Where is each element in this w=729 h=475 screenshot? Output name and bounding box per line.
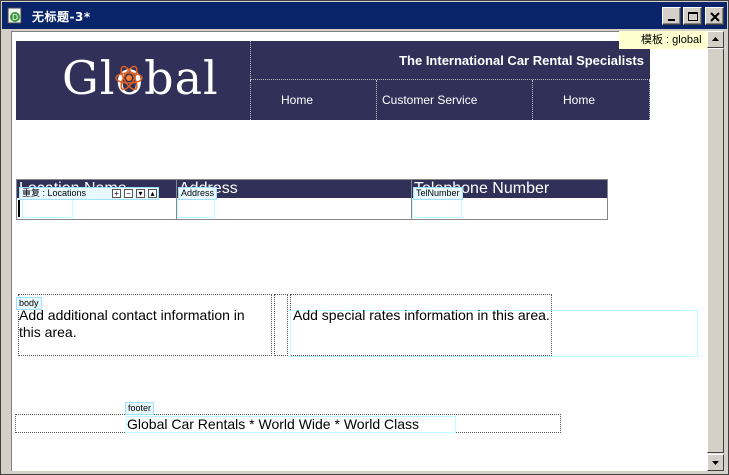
locations-table: Location Name Address Telephone Number 重… [16, 179, 608, 220]
editor-window: D 无标题-3* Global The International Car Re… [0, 0, 729, 475]
arrow-up-icon [712, 37, 719, 41]
nav-home[interactable]: Home [250, 80, 376, 120]
minimize-icon [668, 19, 675, 21]
scroll-down-button[interactable] [707, 454, 724, 471]
repeat-region-tag[interactable]: 重复 : Locations + − ▾ ▴ [19, 187, 159, 200]
close-icon [710, 12, 720, 22]
app-icon: D [7, 7, 23, 24]
page-header: Global The International Car Rental Spec… [16, 41, 650, 120]
remove-row-icon[interactable]: − [124, 189, 133, 198]
title-bar[interactable]: D 无标题-3* [2, 2, 727, 29]
footer-text: Global Car Rentals * World Wide * World … [126, 416, 456, 433]
logo: Global [16, 41, 250, 120]
maximize-button[interactable] [683, 7, 702, 25]
address-cell[interactable] [177, 199, 215, 218]
minimize-button[interactable] [662, 7, 681, 25]
contact-info-text: Add additional contact information in th… [19, 307, 245, 340]
scroll-thumb[interactable] [707, 48, 724, 453]
arrow-down-icon [712, 461, 719, 465]
add-row-icon[interactable]: + [112, 189, 121, 198]
nav-home-2[interactable]: Home [532, 80, 650, 120]
telnumber-region-tag[interactable]: TelNumber [413, 187, 463, 200]
move-down-icon[interactable]: ▾ [136, 189, 145, 198]
telephone-cell[interactable] [412, 199, 462, 218]
body-gutter [274, 294, 288, 356]
special-rates-text: Add special rates information in this ar… [293, 307, 550, 323]
move-up-icon[interactable]: ▴ [148, 189, 157, 198]
design-canvas[interactable]: Global The International Car Rental Spec… [11, 31, 707, 471]
text-cursor [18, 200, 20, 217]
location-cell[interactable] [22, 199, 73, 218]
nav-customer-service[interactable]: Customer Service [376, 80, 532, 120]
tagline: The International Car Rental Specialists [250, 41, 650, 80]
footer-region-tag[interactable]: footer [125, 402, 155, 415]
window-title: 无标题-3* [32, 10, 91, 24]
vertical-scrollbar[interactable] [707, 31, 724, 471]
maximize-icon [688, 12, 698, 21]
address-region-tag[interactable]: Address [178, 187, 218, 200]
repeat-tag-label: 重复 : Locations [22, 188, 87, 198]
svg-text:D: D [12, 13, 18, 22]
template-tag: 模板 : global [619, 31, 707, 49]
scroll-up-button[interactable] [707, 31, 724, 48]
close-button[interactable] [705, 7, 724, 25]
atom-icon [115, 65, 143, 91]
